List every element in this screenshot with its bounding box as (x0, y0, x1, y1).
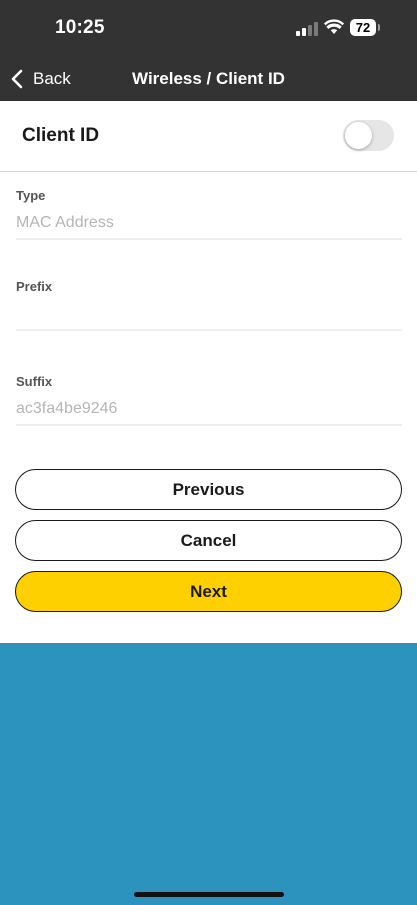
prefix-label: Prefix (16, 279, 53, 294)
client-id-form: Client ID Type Prefix Suffix Previous Ca… (0, 101, 417, 643)
navigation-bar: Back Wireless / Client ID (0, 57, 417, 101)
suffix-input[interactable] (16, 394, 402, 426)
client-id-toggle[interactable] (343, 120, 394, 151)
type-label: Type (16, 188, 46, 203)
battery-nub (378, 24, 380, 31)
suffix-label: Suffix (16, 374, 53, 389)
wifi-icon (324, 19, 344, 34)
prefix-input[interactable] (16, 299, 402, 331)
next-button[interactable]: Next (15, 571, 402, 612)
cellular-signal-icon (296, 22, 318, 36)
toggle-knob (345, 122, 372, 149)
cancel-button[interactable]: Cancel (15, 520, 402, 561)
status-time: 10:25 (55, 17, 105, 38)
home-indicator (134, 892, 284, 897)
client-id-label: Client ID (22, 125, 100, 146)
chevron-left-icon (11, 69, 23, 89)
client-id-row: Client ID (0, 101, 417, 172)
type-input[interactable] (16, 208, 402, 240)
previous-button[interactable]: Previous (15, 469, 402, 510)
footer-background (0, 643, 417, 905)
status-bar: 10:25 72 (0, 0, 417, 57)
battery-level: 72 (355, 20, 371, 35)
back-label: Back (33, 69, 71, 88)
battery-icon: 72 (350, 19, 381, 36)
back-button[interactable]: Back (10, 57, 71, 101)
